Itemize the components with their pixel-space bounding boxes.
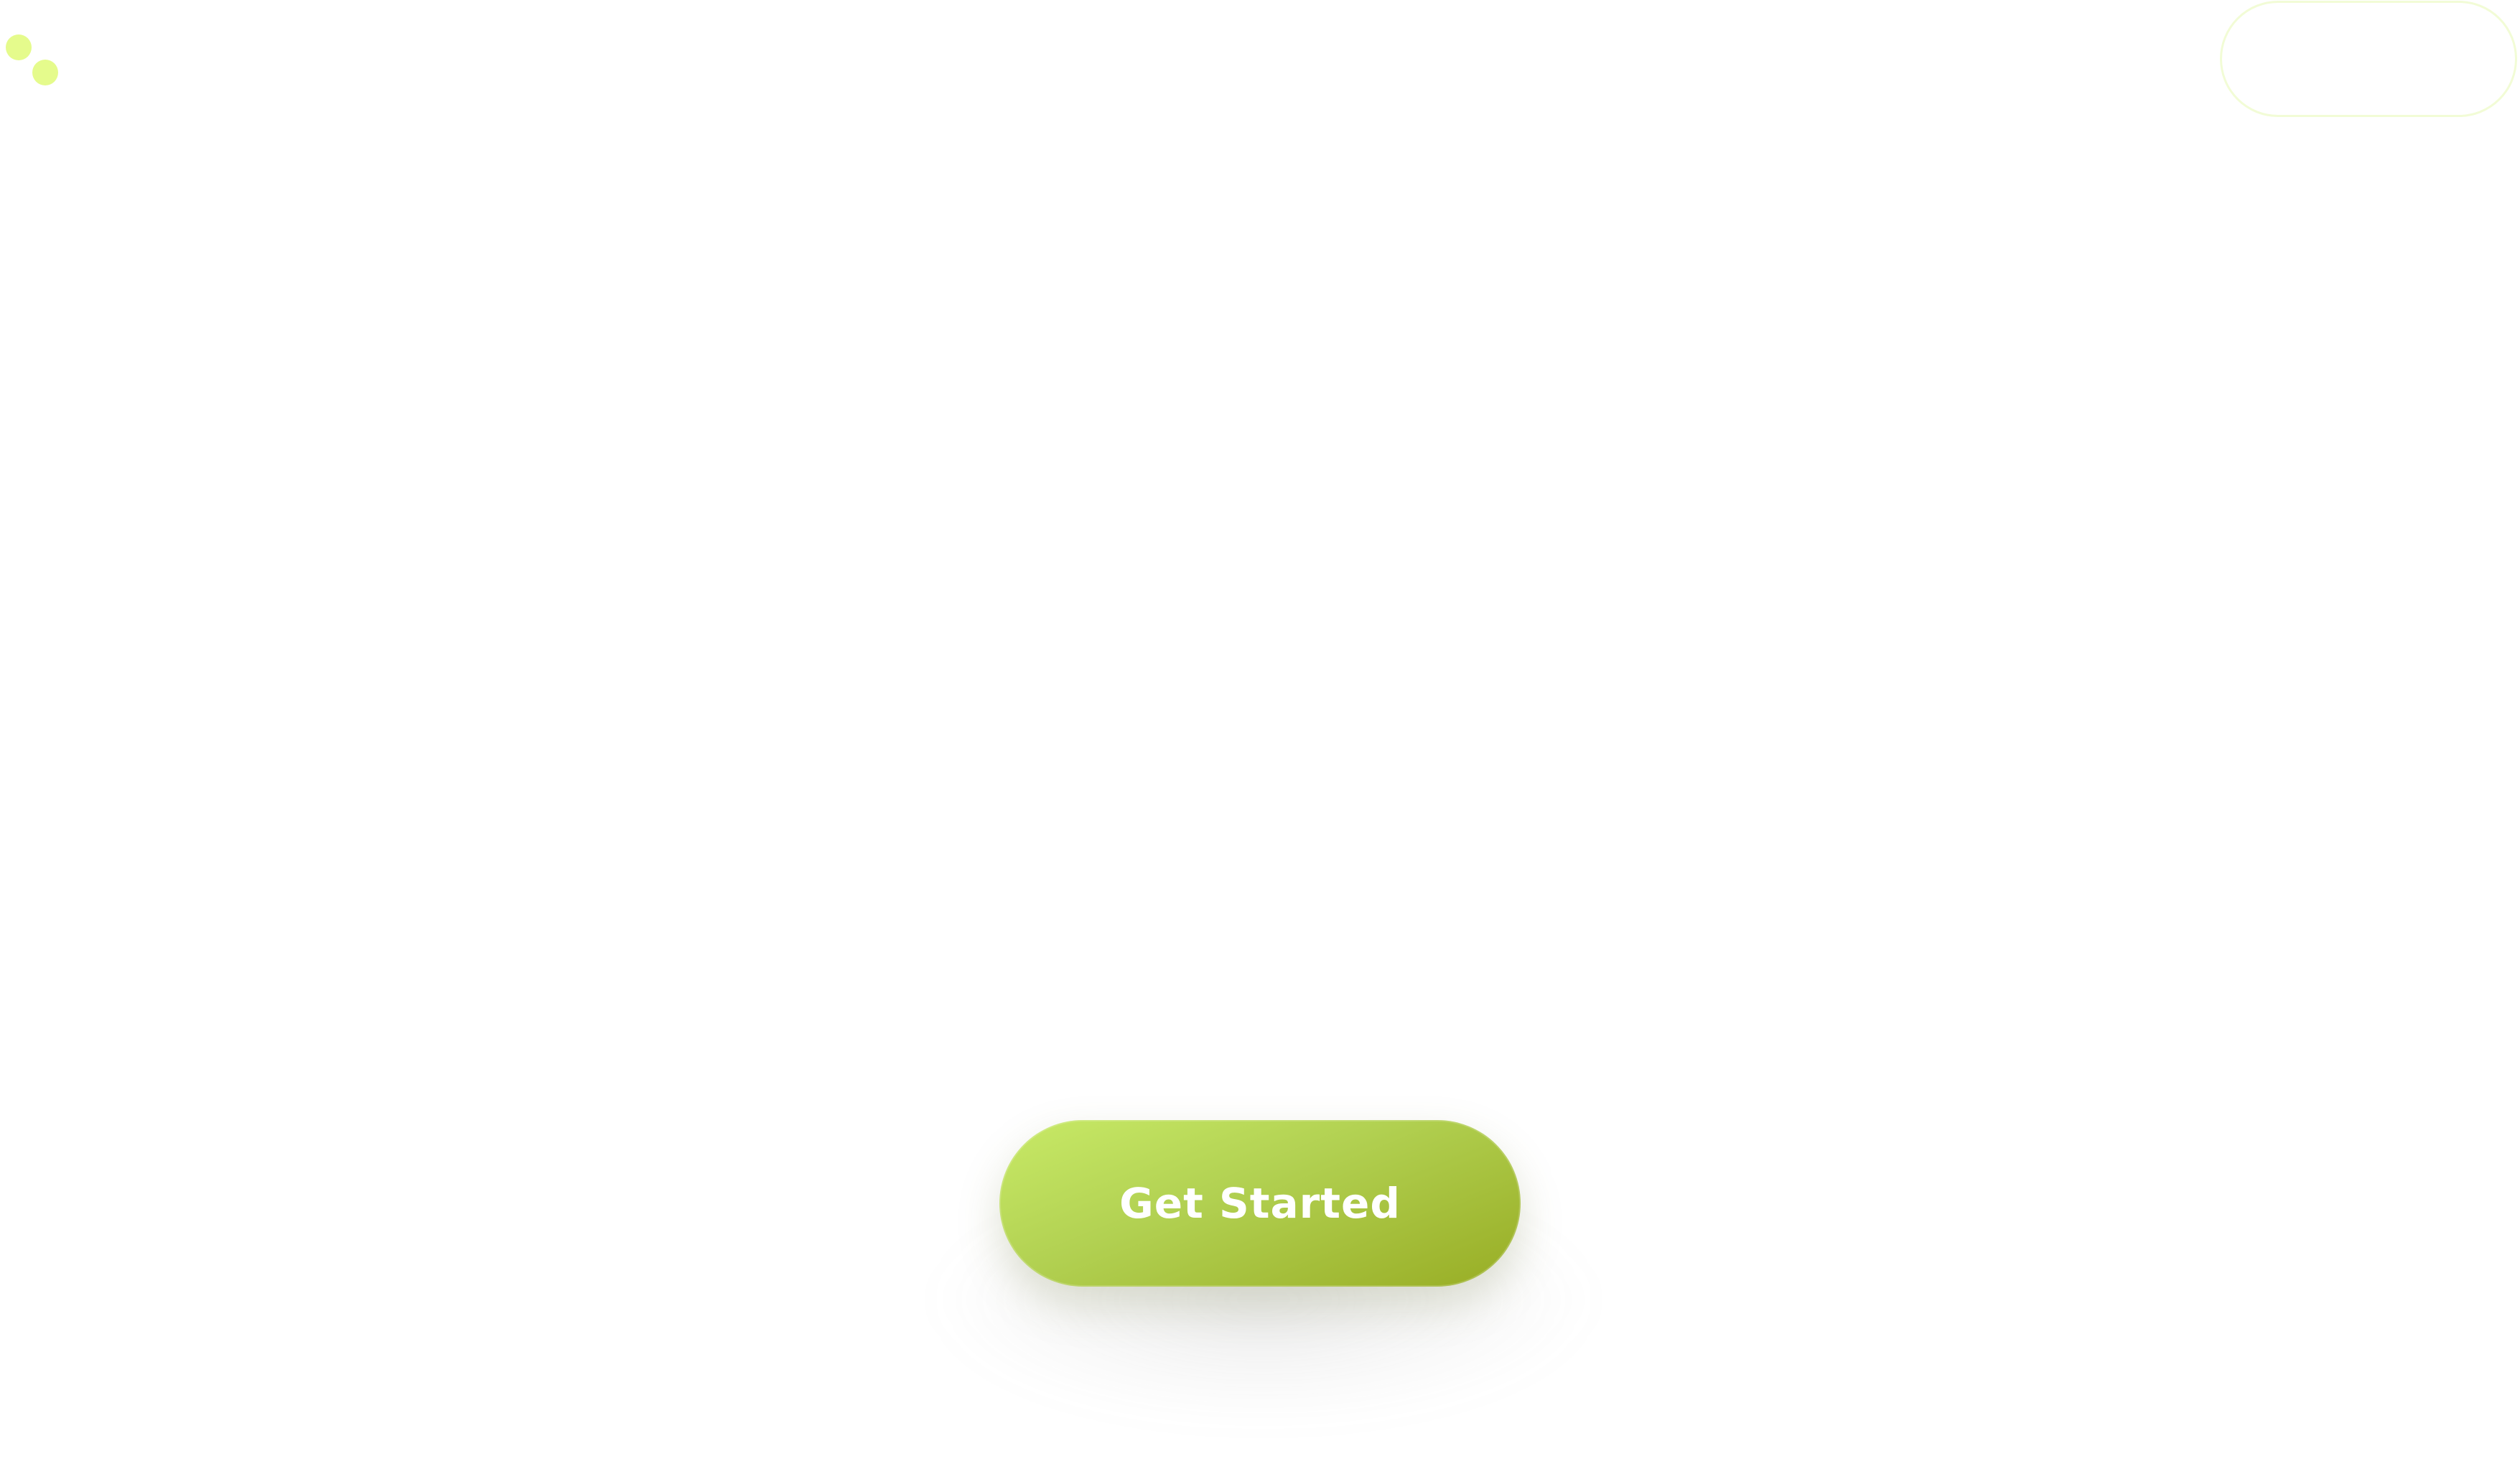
get-started-label: Get Started xyxy=(1119,1179,1401,1228)
logo-dot-icon xyxy=(32,60,58,85)
get-started-button[interactable]: Get Started xyxy=(999,1120,1521,1287)
logo-icon xyxy=(0,29,65,93)
logo-dot-icon xyxy=(6,34,32,60)
header-pill-button[interactable] xyxy=(2220,1,2517,117)
